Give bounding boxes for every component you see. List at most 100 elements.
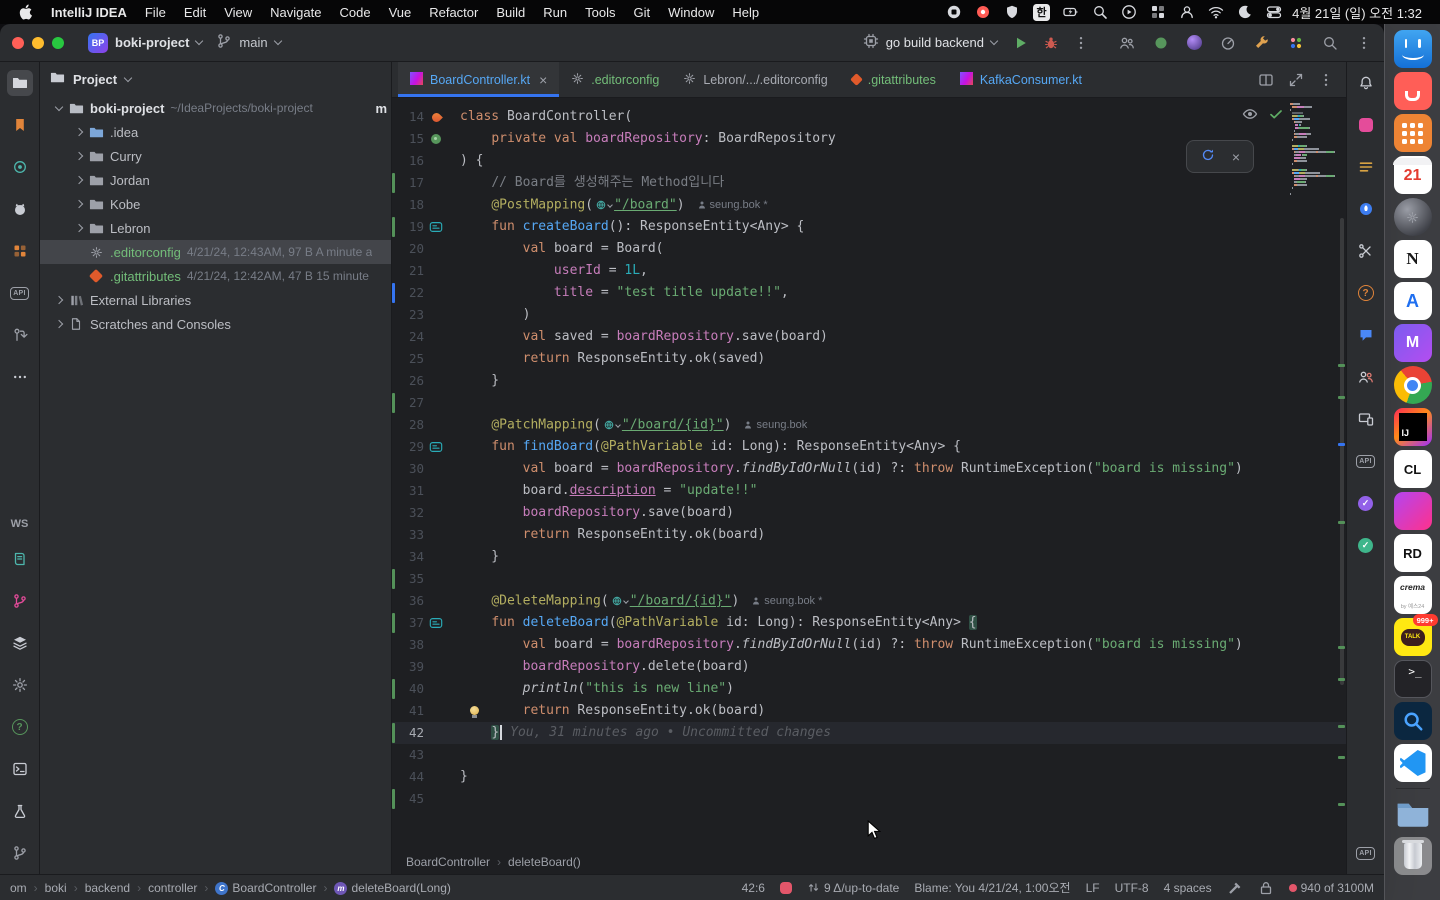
- status-path-item[interactable]: C BoardController: [215, 880, 316, 895]
- project-panel-header[interactable]: Project: [40, 62, 391, 96]
- tree-item-Jordan[interactable]: Jordan: [40, 168, 391, 192]
- code-author-inlay[interactable]: seung.bok *: [697, 194, 768, 216]
- close-icon[interactable]: ×: [1232, 149, 1240, 165]
- dock-datagrip-icon[interactable]: [1393, 492, 1432, 530]
- vcs-change-marker[interactable]: [392, 789, 395, 809]
- code-line[interactable]: 41 return ResponseEntity.ok(board): [392, 700, 1346, 722]
- hide-inspections-eye-icon[interactable]: [1242, 106, 1258, 126]
- shield-menubar-icon[interactable]: [1004, 4, 1020, 20]
- settings-tool-icon[interactable]: [7, 672, 33, 698]
- github-tool-icon[interactable]: [7, 196, 33, 222]
- api-gutter-icon[interactable]: [424, 612, 448, 634]
- line-number[interactable]: 20: [392, 238, 424, 260]
- endpoint-globe-icon[interactable]: [611, 595, 629, 607]
- status-path-item[interactable]: backend: [85, 881, 130, 895]
- tree-chevron-icon[interactable]: [74, 127, 84, 137]
- menu-intellij-idea[interactable]: IntelliJ IDEA: [42, 5, 136, 20]
- spotlight-menubar-icon[interactable]: [1092, 4, 1108, 20]
- menu-help[interactable]: Help: [723, 5, 768, 20]
- vcs-change-marker[interactable]: [392, 393, 395, 413]
- check-tool-icon[interactable]: ✓: [1353, 532, 1379, 558]
- play-menubar-icon[interactable]: [1121, 4, 1137, 20]
- menu-tools[interactable]: Tools: [576, 5, 624, 20]
- vcs-stripe-mark[interactable]: [1338, 395, 1345, 399]
- vcs-stripe-mark[interactable]: [1338, 724, 1345, 728]
- dock-trash-icon[interactable]: [1393, 837, 1432, 875]
- line-number[interactable]: 39: [392, 656, 424, 678]
- line-number[interactable]: 29: [392, 436, 424, 458]
- layers-tool-icon[interactable]: [7, 630, 33, 656]
- menu-file[interactable]: File: [136, 5, 175, 20]
- dock-chrome-icon[interactable]: [1393, 366, 1432, 404]
- moon-menubar-icon[interactable]: [1237, 4, 1253, 20]
- tab-BoardController.kt[interactable]: BoardController.kt ×: [398, 62, 560, 97]
- tab-KafkaConsumer.kt[interactable]: KafkaConsumer.kt: [948, 62, 1094, 97]
- close-tab-icon[interactable]: ×: [539, 72, 547, 88]
- encoding-widget[interactable]: UTF-8: [1115, 881, 1149, 895]
- vcs-stripe-mark[interactable]: [1338, 442, 1345, 446]
- run-config-widget[interactable]: go build backend: [863, 33, 999, 52]
- code-line[interactable]: 22 title = "test title update!!",: [392, 282, 1346, 304]
- zoom-window-button[interactable]: [52, 36, 64, 49]
- more-run-actions-icon[interactable]: [1073, 35, 1089, 51]
- dock-clion-icon[interactable]: CL: [1393, 450, 1432, 488]
- battery-menubar-icon[interactable]: [1063, 4, 1079, 20]
- code-line[interactable]: 36 @DeleteMapping("/board/{id}") seung.bo…: [392, 590, 1346, 612]
- no-problems-check-icon[interactable]: [1268, 106, 1284, 126]
- tree-chevron-icon[interactable]: [74, 175, 84, 185]
- rocket-tool-icon[interactable]: [1353, 196, 1379, 222]
- close-window-button[interactable]: [12, 36, 24, 49]
- code-author-inlay[interactable]: seung.bok: [743, 414, 807, 436]
- line-number[interactable]: 18: [392, 194, 424, 216]
- line-number[interactable]: 33: [392, 524, 424, 546]
- menu-vue[interactable]: Vue: [380, 5, 421, 20]
- line-separator-widget[interactable]: LF: [1086, 881, 1100, 895]
- dock-rider-icon[interactable]: RD: [1393, 534, 1432, 572]
- code-line[interactable]: 19 fun createBoard(): ResponseEntity<Any…: [392, 216, 1346, 238]
- line-number[interactable]: 22: [392, 282, 424, 304]
- ime-menubar-icon[interactable]: 한: [1033, 3, 1051, 21]
- status-path-item[interactable]: boki: [45, 881, 67, 895]
- dock-crema-icon[interactable]: crema by 예스24: [1393, 576, 1432, 614]
- tab-.gitattributes[interactable]: .gitattributes: [840, 62, 948, 97]
- indent-widget[interactable]: 4 spaces: [1164, 881, 1212, 895]
- dock-kakaotalk-icon[interactable]: TALK 999+: [1393, 614, 1438, 656]
- dock-app-a-icon[interactable]: A: [1393, 282, 1432, 320]
- status-path-item[interactable]: controller: [148, 881, 197, 895]
- users-tool-icon[interactable]: [1353, 364, 1379, 390]
- fork-tool-icon[interactable]: [7, 588, 33, 614]
- menu-run[interactable]: Run: [534, 5, 576, 20]
- code-line[interactable]: 20 val board = Board(: [392, 238, 1346, 260]
- tree-item-Curry[interactable]: Curry: [40, 144, 391, 168]
- ai-assistant-icon[interactable]: [1187, 35, 1202, 50]
- tree-item-.gitattributes[interactable]: .gitattributes 4/21/24, 12:42AM, 47 B 15 …: [40, 264, 391, 288]
- dock-notion-icon[interactable]: N: [1393, 240, 1432, 278]
- docs-tool-icon[interactable]: [7, 546, 33, 572]
- dock-raycast-icon[interactable]: [1393, 72, 1432, 110]
- tree-item-ExternalLibraries[interactable]: External Libraries: [40, 288, 391, 312]
- spring-tool-icon[interactable]: [7, 154, 33, 180]
- code-line[interactable]: 17 // Board를 생성해주는 Method입니다: [392, 172, 1346, 194]
- git-tool-icon[interactable]: [7, 840, 33, 866]
- collaborators-icon[interactable]: [1119, 35, 1135, 51]
- code-line[interactable]: 43: [392, 744, 1346, 766]
- tree-chevron-icon[interactable]: [74, 199, 84, 209]
- line-number[interactable]: 26: [392, 370, 424, 392]
- menu-build[interactable]: Build: [487, 5, 534, 20]
- menubar-clock[interactable]: 4월 21일 (일) 오전 1:32: [1282, 3, 1432, 22]
- line-number[interactable]: 32: [392, 502, 424, 524]
- apple-menu-icon[interactable]: [8, 4, 42, 20]
- tree-chevron-icon[interactable]: [54, 102, 64, 111]
- dock-vscode-icon[interactable]: [1393, 744, 1432, 782]
- vcs-change-marker[interactable]: [392, 679, 395, 699]
- code-line[interactable]: 42 } You, 31 minutes ago • Uncommitted ch…: [392, 722, 1346, 744]
- maximize-icon[interactable]: [1288, 72, 1304, 88]
- code-line[interactable]: 25 return ResponseEntity.ok(saved): [392, 348, 1346, 370]
- tree-item-.idea[interactable]: .idea: [40, 120, 391, 144]
- line-number[interactable]: 35: [392, 568, 424, 590]
- vcs-stripe-mark[interactable]: [1338, 521, 1345, 524]
- menu-view[interactable]: View: [215, 5, 261, 20]
- code-line[interactable]: 35: [392, 568, 1346, 590]
- line-number[interactable]: 27: [392, 392, 424, 414]
- vcs-change-marker[interactable]: [392, 613, 395, 633]
